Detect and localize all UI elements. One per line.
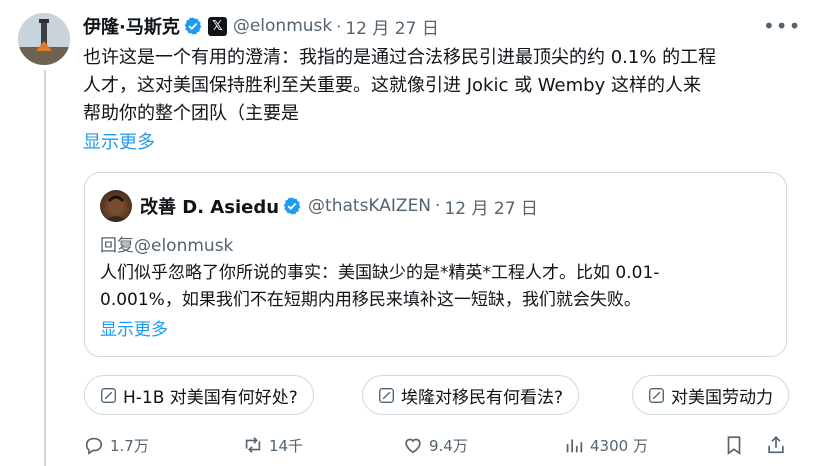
separator-dot: · <box>435 196 441 216</box>
reply-icon <box>85 437 103 455</box>
reply-to-label: 回复@elonmusk <box>100 236 234 256</box>
repost-count: 14千 <box>269 436 304 455</box>
suggestion-label: 对美国劳动力 <box>671 387 773 408</box>
tweet-header: 伊隆·马斯克 𝕏 @elonmusk · 12 月 27 日 <box>83 13 439 39</box>
quote-text: 人们似乎忽略了你所说的事实：美国缺少的是*精英*工程人才。比如 0.01- 0.… <box>100 260 770 314</box>
action-bar: 1.7万 14千 9.4万 4300 万 <box>0 425 821 465</box>
grok-suggestions: H-1B 对美国有何好处? 埃隆对移民有何看法? 对美国劳动力 <box>84 375 789 415</box>
views-button[interactable]: 4300 万 <box>563 425 648 465</box>
like-button[interactable]: 9.4万 <box>402 425 468 465</box>
repost-icon <box>245 437 261 453</box>
reply-button[interactable]: 1.7万 <box>83 425 149 465</box>
reply-count: 1.7万 <box>110 436 149 455</box>
quote-line: 0.001%，如果我们不在短期内用移民来填补这一短缺，我们就会失败。 <box>100 290 641 310</box>
show-more-link[interactable]: 显示更多 <box>83 128 155 154</box>
more-icon[interactable]: ••• <box>763 14 801 38</box>
quoted-tweet[interactable]: 改善 D. Asiedu @thatsKAIZEN · 12 月 27 日 回复… <box>84 172 787 357</box>
like-icon <box>405 438 421 454</box>
views-icon <box>566 439 583 453</box>
bookmark-button[interactable] <box>723 425 750 465</box>
share-icon <box>768 436 784 454</box>
x-logo-icon: 𝕏 <box>207 16 227 36</box>
share-button[interactable] <box>765 425 792 465</box>
suggestion-chip[interactable]: 对美国劳动力 <box>632 375 789 415</box>
quote-line: 人们似乎忽略了你所说的事实：美国缺少的是*精英*工程人才。比如 0.01- <box>100 263 660 283</box>
grok-prompt-icon <box>649 387 664 403</box>
tweet-date[interactable]: 12 月 27 日 <box>345 14 438 39</box>
suggestion-label: H-1B 对美国有何好处? <box>123 387 298 408</box>
verified-badge-icon <box>283 197 301 215</box>
verified-badge-icon[interactable] <box>183 16 203 36</box>
like-count: 9.4万 <box>429 436 468 455</box>
tweet-line: 人才，这对美国保持胜利至关重要。这就像引进 Jokic 或 Wemby 这样的人… <box>83 75 701 96</box>
grok-prompt-icon <box>101 387 116 403</box>
tweet-line: 帮助你的整个团队（主要是 <box>83 103 299 124</box>
thread-line <box>44 70 46 466</box>
author-name[interactable]: 伊隆·马斯克 <box>83 13 180 39</box>
quote-author-handle: @thatsKAIZEN <box>308 196 432 216</box>
quote-show-more-link[interactable]: 显示更多 <box>100 315 168 340</box>
grok-prompt-icon <box>379 387 394 403</box>
tweet-text: 也许这是一个有用的澄清：我指的是通过合法移民引进最顶尖的约 0.1% 的工程 人… <box>83 44 783 128</box>
author-handle[interactable]: @elonmusk <box>233 16 332 36</box>
separator-dot: · <box>336 16 342 36</box>
quote-author-name: 改善 D. Asiedu <box>140 197 280 218</box>
suggestion-label: 埃隆对移民有何看法? <box>401 387 564 408</box>
bookmark-icon <box>727 436 741 455</box>
quote-date: 12 月 27 日 <box>444 198 538 219</box>
quote-header: 改善 D. Asiedu @thatsKAIZEN · 12 月 27 日 <box>100 190 538 222</box>
author-avatar[interactable] <box>18 13 70 65</box>
tweet-line: 也许这是一个有用的澄清：我指的是通过合法移民引进最顶尖的约 0.1% 的工程 <box>83 47 717 68</box>
suggestion-chip[interactable]: H-1B 对美国有何好处? <box>84 375 314 415</box>
suggestion-chip[interactable]: 埃隆对移民有何看法? <box>362 375 580 415</box>
repost-button[interactable]: 14千 <box>242 425 303 465</box>
views-count: 4300 万 <box>590 436 648 455</box>
quote-author-avatar <box>100 190 132 222</box>
